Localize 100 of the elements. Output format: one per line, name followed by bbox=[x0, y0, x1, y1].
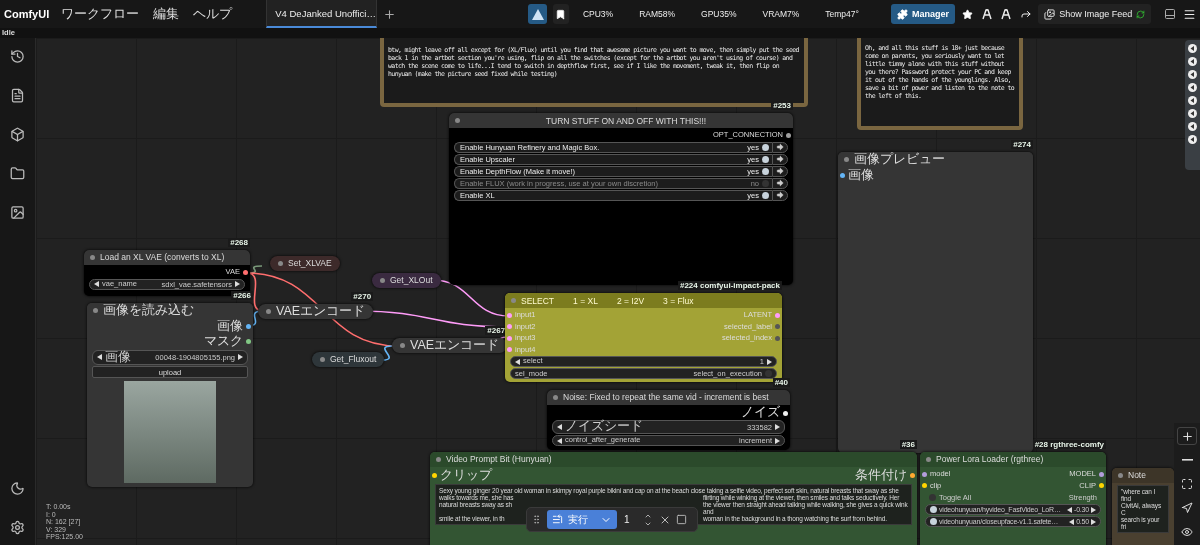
arrow-right-icon[interactable] bbox=[775, 424, 780, 430]
circle-arrow-icon[interactable] bbox=[1188, 57, 1197, 66]
collapse-dot-icon[interactable] bbox=[1118, 473, 1123, 478]
socket-dot[interactable] bbox=[840, 173, 845, 179]
cube-icon[interactable] bbox=[10, 127, 25, 142]
socket-dot[interactable] bbox=[432, 473, 437, 479]
socket-dot[interactable] bbox=[775, 335, 780, 341]
arrow-right-icon[interactable] bbox=[235, 281, 240, 287]
arrow-left-icon[interactable] bbox=[557, 424, 562, 430]
collapse-dot-icon[interactable] bbox=[380, 278, 385, 283]
arrow-button[interactable] bbox=[772, 153, 788, 165]
socket-label: マスク bbox=[204, 334, 243, 349]
node-header[interactable]: Noise: Fixed to repeat the same vid - increment is best bbox=[547, 390, 790, 405]
node-pill[interactable]: Get_XLOut bbox=[372, 273, 441, 288]
socket-dot[interactable] bbox=[922, 483, 927, 489]
collapse-dot-icon[interactable] bbox=[436, 457, 441, 462]
circle-arrow-icon[interactable] bbox=[1188, 44, 1197, 53]
manager-button[interactable]: Manager bbox=[890, 4, 955, 24]
socket-dot[interactable] bbox=[507, 324, 512, 330]
socket-dot[interactable] bbox=[783, 410, 788, 416]
collapse-dot-icon[interactable] bbox=[400, 343, 405, 348]
arrow-left-icon[interactable] bbox=[515, 358, 520, 365]
socket-dot[interactable] bbox=[246, 324, 251, 330]
arrow-button[interactable] bbox=[772, 189, 788, 201]
bookmark-button[interactable] bbox=[552, 4, 569, 24]
drag-handle-icon[interactable] bbox=[531, 514, 542, 525]
moon-icon[interactable] bbox=[10, 481, 25, 496]
socket-dot[interactable] bbox=[507, 335, 512, 341]
image-feed-button[interactable]: Show Image Feed bbox=[1038, 4, 1152, 24]
node-header[interactable]: Note bbox=[1112, 468, 1174, 483]
arrow-button[interactable] bbox=[772, 177, 788, 189]
collapse-dot-icon[interactable] bbox=[90, 255, 95, 260]
menu-item[interactable]: ヘルプ bbox=[193, 5, 233, 23]
collapse-dot-icon[interactable] bbox=[511, 298, 516, 303]
arrow-button[interactable] bbox=[772, 165, 788, 177]
node-header[interactable]: Video Prompt Bit (Hunyuan) bbox=[430, 452, 917, 467]
circle-arrow-icon[interactable] bbox=[1188, 109, 1197, 118]
collapse-dot-icon[interactable] bbox=[926, 457, 931, 462]
node-header[interactable]: 画像を読み込む bbox=[87, 303, 253, 318]
socket-dot[interactable] bbox=[1099, 483, 1104, 489]
toggle-knob[interactable] bbox=[762, 155, 769, 163]
circle-arrow-icon[interactable] bbox=[1188, 83, 1197, 92]
node-pill[interactable]: Get_Fluxout bbox=[312, 352, 385, 367]
collapse-dot-icon[interactable] bbox=[553, 395, 558, 400]
folder-icon[interactable] bbox=[10, 166, 25, 181]
image-icon[interactable] bbox=[10, 205, 25, 220]
toggle-knob[interactable] bbox=[765, 370, 772, 377]
circle-arrow-icon[interactable] bbox=[1188, 135, 1197, 144]
collapse-dot-icon[interactable] bbox=[844, 157, 849, 162]
collapse-dot-icon[interactable] bbox=[93, 308, 98, 313]
toggle-knob[interactable] bbox=[762, 143, 769, 151]
collapse-dot-icon[interactable] bbox=[320, 357, 325, 362]
zoom-in-button[interactable] bbox=[1177, 427, 1197, 445]
usage-stat: GPU35% bbox=[701, 9, 737, 19]
toggle-knob[interactable] bbox=[930, 506, 937, 513]
workflow-tab[interactable]: V4 DeJanked Unoffici… bbox=[266, 0, 377, 28]
arrow-left-icon[interactable] bbox=[94, 281, 99, 287]
socket-dot[interactable] bbox=[507, 347, 512, 353]
collapse-dot-icon[interactable] bbox=[455, 118, 460, 123]
toggle-knob[interactable] bbox=[762, 167, 769, 175]
node-header[interactable]: TURN STUFF ON AND OFF WITH THIS!!! bbox=[449, 113, 793, 128]
collapse-dot-icon[interactable] bbox=[278, 261, 283, 266]
menu-item[interactable]: 編集 bbox=[153, 5, 180, 23]
socket-dot[interactable] bbox=[507, 312, 512, 318]
share-icon bbox=[1019, 8, 1032, 20]
document-icon[interactable] bbox=[10, 88, 25, 103]
arrow-right-icon[interactable] bbox=[238, 354, 243, 361]
socket-dot[interactable] bbox=[922, 471, 927, 477]
node-header[interactable]: 画像プレビュー bbox=[838, 152, 1033, 167]
history-icon[interactable] bbox=[10, 49, 25, 64]
toggle-knob[interactable] bbox=[929, 494, 936, 501]
socket-dot[interactable] bbox=[910, 473, 915, 479]
toggle-knob[interactable] bbox=[762, 179, 769, 187]
queue-icon bbox=[552, 514, 563, 525]
logo-button[interactable] bbox=[528, 4, 547, 24]
menu-item[interactable]: ワークフロー bbox=[61, 5, 140, 23]
arrow-button[interactable] bbox=[772, 141, 788, 153]
node-header[interactable]: Power Lora Loader (rgthree) bbox=[920, 452, 1106, 467]
node-header[interactable]: Load an XL VAE (converts to XL) bbox=[84, 250, 250, 265]
circle-arrow-icon[interactable] bbox=[1188, 96, 1197, 105]
arrow-right-icon[interactable] bbox=[767, 358, 772, 365]
circle-arrow-icon[interactable] bbox=[1188, 122, 1197, 131]
circle-arrow-icon[interactable] bbox=[1188, 70, 1197, 79]
socket-dot[interactable] bbox=[775, 312, 780, 318]
arrow-left-icon[interactable] bbox=[97, 354, 102, 361]
socket-dot[interactable] bbox=[246, 339, 251, 345]
arrow-right-icon bbox=[776, 167, 784, 175]
node-header[interactable]: SELECT 1 = XL 2 = I2V 3 = Flux bbox=[505, 293, 782, 308]
socket-dot[interactable] bbox=[243, 269, 248, 275]
stop-icon[interactable] bbox=[676, 514, 687, 525]
socket-dot[interactable] bbox=[775, 324, 780, 330]
toggle-knob[interactable] bbox=[930, 518, 937, 525]
node-pill[interactable]: Set_XLVAE bbox=[270, 256, 340, 271]
collapse-dot-icon[interactable] bbox=[266, 309, 271, 314]
settings-icon[interactable] bbox=[10, 520, 25, 535]
toggle-knob[interactable] bbox=[762, 191, 769, 199]
run-button[interactable]: 実行 bbox=[547, 510, 617, 529]
socket-dot[interactable] bbox=[786, 132, 791, 138]
socket-dot[interactable] bbox=[1099, 471, 1104, 477]
batch-count-field[interactable]: 1 bbox=[622, 510, 654, 529]
